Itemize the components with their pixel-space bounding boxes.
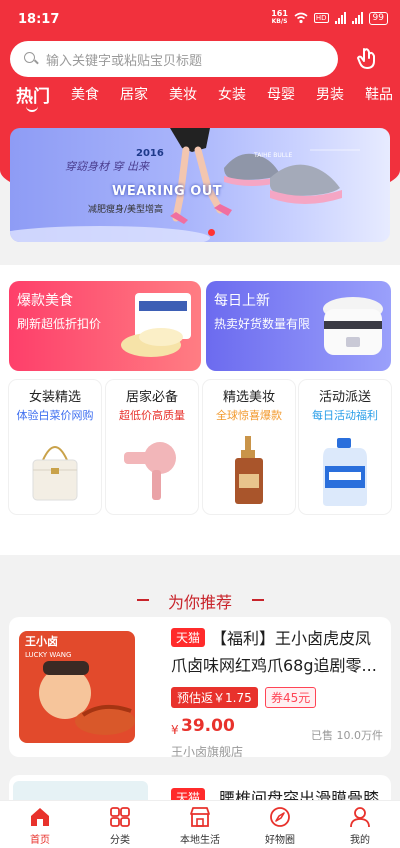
title-dash-right <box>252 599 264 601</box>
nav-category[interactable]: 分类 <box>80 801 160 848</box>
promo-card-daily-new[interactable]: 每日上新 热卖好货数量有限 <box>206 281 391 371</box>
mini-subtitle: 每日活动福利 <box>312 409 378 422</box>
grid-icon <box>110 807 130 827</box>
price-currency: ¥ <box>171 723 179 737</box>
tab-beauty[interactable]: 美妆 <box>169 84 197 104</box>
recommend-section: 为你推荐 王小卤 LUCKY WANG 【福利】王小卤虎皮凤爪卤味网红鸡爪68g… <box>0 569 400 815</box>
package-brand: 王小卤 <box>25 635 58 648</box>
bottom-nav: 首页 分类 本地生活 好物圈 我的 <box>0 800 400 848</box>
product-card[interactable]: 王小卤 LUCKY WANG 【福利】王小卤虎皮凤爪卤味网红鸡爪68g追剧零..… <box>9 617 391 757</box>
signal-icon <box>334 12 346 24</box>
coupon-tag[interactable]: 券45元 <box>265 687 317 708</box>
mini-card-home[interactable]: 居家必备 超低价高质量 <box>106 380 198 514</box>
nav-local-life[interactable]: 本地生活 <box>160 801 240 848</box>
hand-icon <box>357 48 375 69</box>
snack-image <box>121 293 191 357</box>
banner-brand: TAIHE BULLE <box>254 152 293 159</box>
tab-home[interactable]: 居家 <box>120 84 148 104</box>
nav-label: 好物圈 <box>265 835 295 846</box>
mini-title: 活动派送 <box>318 390 371 405</box>
package-brand-en: LUCKY WANG <box>25 651 72 659</box>
shop-name[interactable]: 王小卤旗舰店 <box>171 743 243 757</box>
banner-indicator[interactable] <box>208 229 215 236</box>
hd-icon: HD <box>313 13 329 23</box>
mini-subtitle: 体验白菜价网购 <box>16 409 94 422</box>
tab-shoes[interactable]: 鞋品 <box>365 84 393 104</box>
banner-year: 2016 <box>136 148 164 159</box>
signal-icon-2 <box>351 12 363 24</box>
nav-label: 我的 <box>350 835 370 846</box>
nav-label: 分类 <box>110 835 130 846</box>
nav-label: 首页 <box>30 835 50 846</box>
search-icon <box>24 52 38 66</box>
hairdryer-image <box>124 442 176 500</box>
handbag-image <box>32 446 78 501</box>
recommend-title: 为你推荐 <box>167 593 232 612</box>
wifi-icon <box>294 12 308 24</box>
banner-subtext: 减肥瘦身/美型增高 <box>88 205 164 215</box>
battery-icon: 99 <box>368 11 388 25</box>
mini-title: 居家必备 <box>125 390 178 405</box>
mini-subtitle: 超低价高质量 <box>119 409 185 422</box>
product-price: 39.00 <box>181 716 235 736</box>
search-placeholder: 输入关键字或粘贴宝贝标题 <box>46 53 203 69</box>
promo-area: 爆款美食 刷新超低折扣价 每日上新 热卖好货数量有限 女装精选 体验白菜价网购 … <box>0 265 400 555</box>
nav-good-circle[interactable]: 好物圈 <box>240 801 320 848</box>
network-speed: 161 KB/S <box>271 9 288 26</box>
mini-subtitle: 全球惊喜爆款 <box>216 409 282 422</box>
tab-men[interactable]: 男装 <box>316 84 344 104</box>
status-icons: 161 KB/S HD 99 <box>271 10 388 26</box>
tab-food[interactable]: 美食 <box>71 84 99 104</box>
nav-home[interactable]: 首页 <box>0 801 80 848</box>
promo-subtitle: 刷新超低折扣价 <box>17 317 102 331</box>
tab-women[interactable]: 女装 <box>218 84 246 104</box>
clip-button[interactable] <box>352 42 384 74</box>
tab-baby[interactable]: 母婴 <box>267 84 295 104</box>
mini-card-beauty[interactable]: 精选美妆 全球惊喜爆款 <box>203 380 295 514</box>
serum-bottle-image <box>235 436 263 504</box>
rice-cooker-image <box>323 297 383 355</box>
promo-subtitle: 热卖好货数量有限 <box>214 317 311 331</box>
mini-card-women[interactable]: 女装精选 体验白菜价网购 <box>9 380 101 514</box>
detergent-image <box>323 438 367 506</box>
shop-icon <box>190 807 210 827</box>
rebate-tag: 预估返￥1.75 <box>171 687 258 708</box>
promo-card-hot-food[interactable]: 爆款美食 刷新超低折扣价 <box>9 281 201 371</box>
compass-icon <box>270 807 290 827</box>
promo-title: 每日上新 <box>214 293 270 309</box>
mini-title: 女装精选 <box>28 390 81 405</box>
mini-title: 精选美妆 <box>222 390 275 405</box>
nav-label: 本地生活 <box>180 835 220 846</box>
banner-script-text: 穿窈身材 穿 出来 <box>65 160 149 173</box>
user-icon <box>350 807 370 828</box>
status-bar: 18:17 161 KB/S HD 99 <box>0 0 400 36</box>
category-tabs: 热门 美食 居家 美妆 女装 母婴 男装 鞋品 <box>0 84 400 118</box>
mini-card-activity[interactable]: 活动派送 每日活动福利 <box>299 380 391 514</box>
banner-headline: WEARING OUT <box>112 184 223 199</box>
tmall-badge: 天猫 <box>171 628 206 647</box>
promo-title: 爆款美食 <box>17 293 73 309</box>
promo-banner[interactable]: 穿窈身材 穿 出来 2016 WEARING OUT 减肥瘦身/美型增高 TAI… <box>10 128 390 242</box>
nav-mine[interactable]: 我的 <box>320 801 400 848</box>
tab-hot[interactable]: 热门 <box>16 84 50 112</box>
search-input[interactable]: 输入关键字或粘贴宝贝标题 <box>10 41 338 77</box>
status-time: 18:17 <box>18 12 60 27</box>
home-icon <box>31 808 49 826</box>
sold-count: 已售 10.0万件 <box>311 729 383 742</box>
